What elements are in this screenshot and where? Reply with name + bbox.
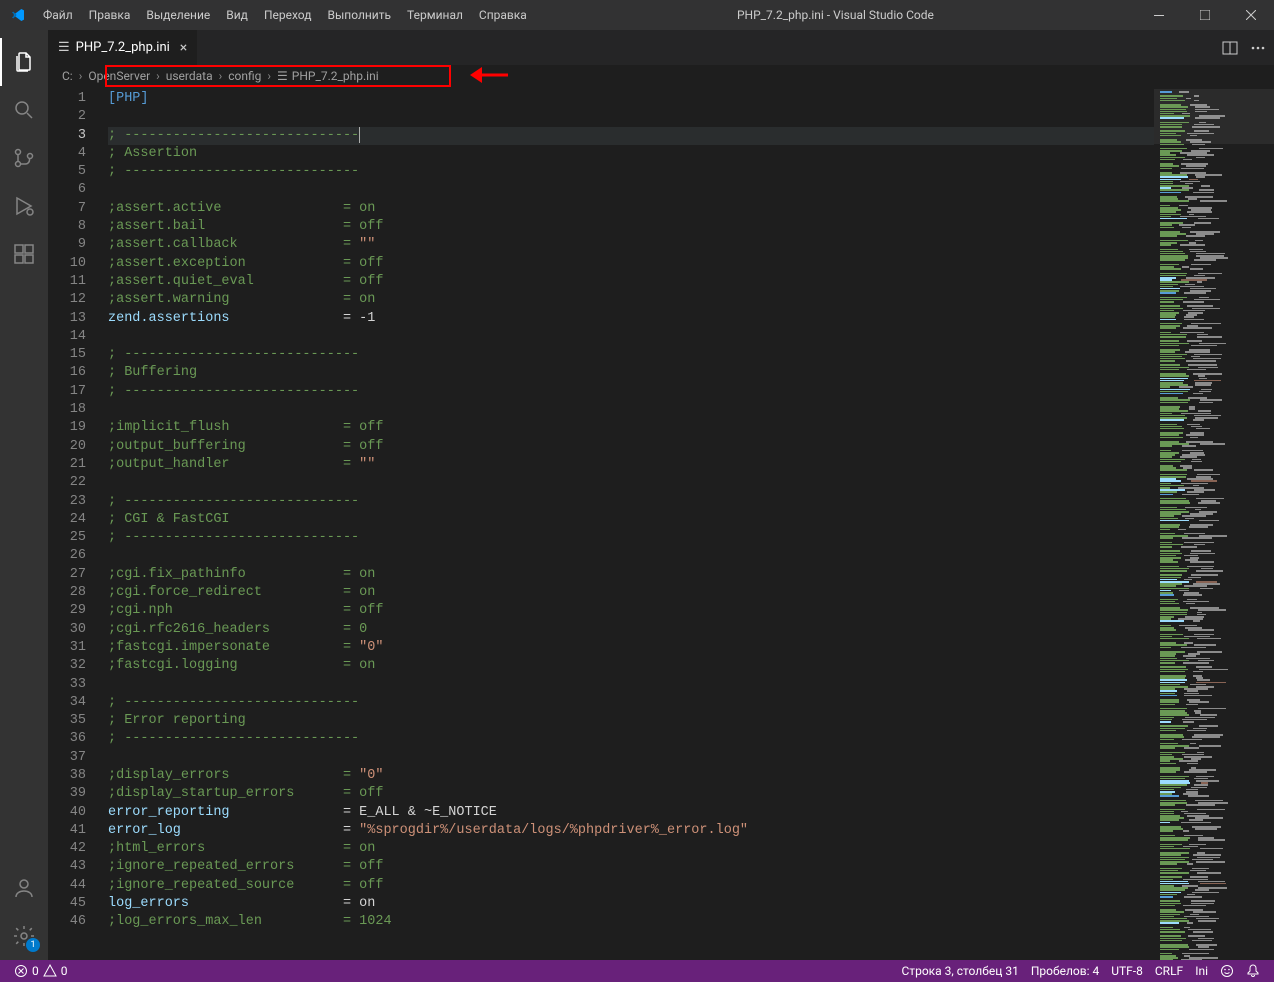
line-numbers: 1234567891011121314151617181920212223242… xyxy=(48,89,108,960)
menu-item-2[interactable]: Выделение xyxy=(138,8,218,22)
code-area[interactable]: 1234567891011121314151617181920212223242… xyxy=(48,89,1274,960)
close-button[interactable] xyxy=(1228,0,1274,30)
settings-badge: 1 xyxy=(26,938,40,952)
menu-item-3[interactable]: Вид xyxy=(218,8,256,22)
run-icon xyxy=(12,194,36,218)
breadcrumb-item[interactable]: C: xyxy=(60,69,75,83)
breadcrumb-item[interactable]: config xyxy=(226,69,263,83)
tab-label: PHP_7.2_php.ini xyxy=(76,40,170,55)
menu-item-1[interactable]: Правка xyxy=(81,8,139,22)
tab-actions xyxy=(1214,30,1274,65)
feedback-icon xyxy=(1220,964,1234,978)
error-icon xyxy=(14,964,28,978)
chevron-right-icon: › xyxy=(265,69,273,83)
menu-item-6[interactable]: Терминал xyxy=(399,8,471,22)
menu-item-0[interactable]: Файл xyxy=(35,8,81,22)
menu-item-5[interactable]: Выполнить xyxy=(319,8,399,22)
status-indentation[interactable]: Пробелов: 4 xyxy=(1025,964,1105,978)
activity-search[interactable] xyxy=(0,86,48,134)
status-bar: 0 0 Строка 3, столбец 31 Пробелов: 4 UTF… xyxy=(0,960,1274,982)
maximize-icon xyxy=(1200,10,1210,20)
breadcrumb: C:›OpenServer›userdata›config›☰PHP_7.2_p… xyxy=(48,65,1274,87)
vscode-icon xyxy=(10,7,26,23)
menu-item-4[interactable]: Переход xyxy=(256,8,320,22)
warning-icon xyxy=(43,964,57,978)
activity-run[interactable] xyxy=(0,182,48,230)
minimize-icon xyxy=(1154,10,1164,20)
activity-explorer[interactable] xyxy=(0,38,48,86)
status-feedback[interactable] xyxy=(1214,964,1240,978)
menu-item-7[interactable]: Справка xyxy=(471,8,535,22)
activity-accounts[interactable] xyxy=(0,864,48,912)
code-content[interactable]: [PHP] ; -----------------------------; A… xyxy=(108,89,1154,960)
activity-extensions[interactable] xyxy=(0,230,48,278)
close-icon xyxy=(1246,10,1256,20)
status-encoding[interactable]: UTF-8 xyxy=(1105,964,1149,978)
chevron-right-icon: › xyxy=(154,69,162,83)
window-title: PHP_7.2_php.ini - Visual Studio Code xyxy=(535,8,1136,22)
minimap-content xyxy=(1160,91,1268,960)
annotation-arrow xyxy=(468,62,513,92)
status-notifications[interactable] xyxy=(1240,964,1266,978)
tab-bar: ☰ PHP_7.2_php.ini × xyxy=(48,30,1274,65)
minimap[interactable] xyxy=(1154,89,1274,960)
breadcrumb-item[interactable]: userdata xyxy=(164,69,215,83)
bell-icon xyxy=(1246,964,1260,978)
minimize-button[interactable] xyxy=(1136,0,1182,30)
files-icon xyxy=(12,50,36,74)
tab-file[interactable]: ☰ PHP_7.2_php.ini × xyxy=(48,30,198,65)
activity-bar: 1 xyxy=(0,30,48,960)
file-icon: ☰ xyxy=(58,40,70,55)
more-actions-icon[interactable] xyxy=(1250,40,1266,56)
split-editor-icon[interactable] xyxy=(1222,40,1238,56)
app-logo xyxy=(0,7,35,23)
status-eol[interactable]: CRLF xyxy=(1149,964,1189,978)
status-language[interactable]: Ini xyxy=(1189,964,1214,978)
breadcrumb-item[interactable]: ☰PHP_7.2_php.ini xyxy=(275,69,381,83)
status-cursor-position[interactable]: Строка 3, столбец 31 xyxy=(896,964,1025,978)
main-area: 1 ☰ PHP_7.2_php.ini × C:›OpenServer›user… xyxy=(0,30,1274,960)
editor-area: ☰ PHP_7.2_php.ini × C:›OpenServer›userda… xyxy=(48,30,1274,960)
chevron-right-icon: › xyxy=(77,69,85,83)
extensions-icon xyxy=(12,242,36,266)
breadcrumb-item[interactable]: OpenServer xyxy=(86,69,152,83)
menu-bar: ФайлПравкаВыделениеВидПереходВыполнитьТе… xyxy=(35,8,535,22)
titlebar: ФайлПравкаВыделениеВидПереходВыполнитьТе… xyxy=(0,0,1274,30)
branch-icon xyxy=(12,146,36,170)
account-icon xyxy=(12,876,36,900)
status-problems[interactable]: 0 0 xyxy=(8,964,74,978)
activity-settings[interactable]: 1 xyxy=(0,912,48,960)
activity-source-control[interactable] xyxy=(0,134,48,182)
maximize-button[interactable] xyxy=(1182,0,1228,30)
chevron-right-icon: › xyxy=(217,69,225,83)
tab-close-button[interactable]: × xyxy=(180,40,187,56)
window-controls xyxy=(1136,0,1274,30)
search-icon xyxy=(12,98,36,122)
